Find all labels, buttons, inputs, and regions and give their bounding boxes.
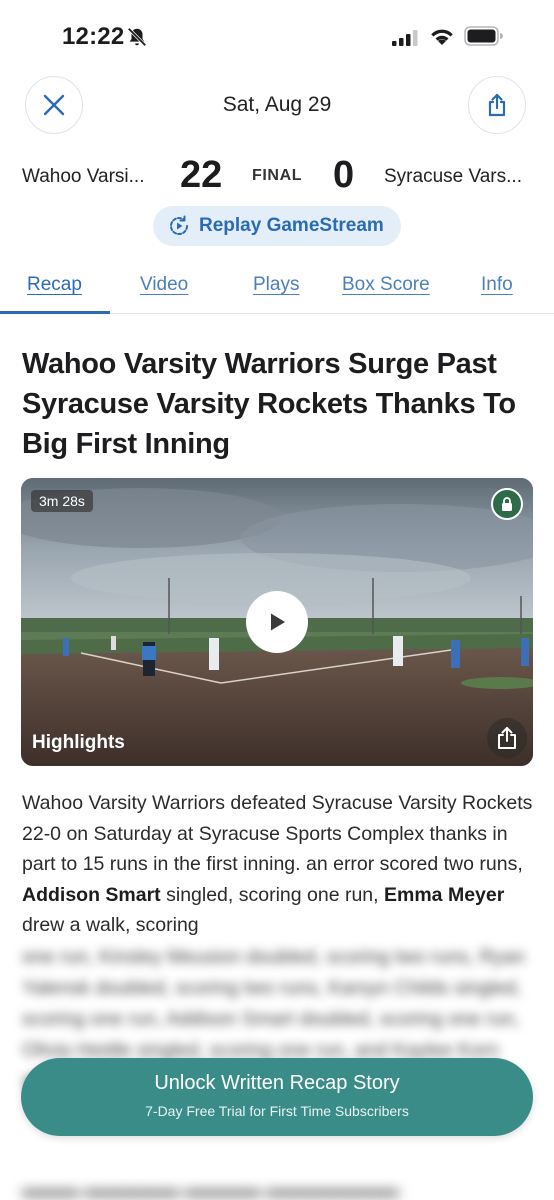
player-name: Emma Meyer (384, 883, 505, 906)
battery-icon (464, 26, 503, 46)
tab-info[interactable]: Info (481, 274, 513, 296)
bell-off-icon (127, 27, 147, 47)
play-button[interactable] (246, 591, 308, 653)
replay-icon (170, 215, 189, 235)
player-name: Addison Smart (22, 883, 161, 906)
video-duration: 3m 28s (31, 490, 93, 512)
article-body: Wahoo Varsity Warriors defeated Syracuse… (22, 788, 534, 941)
share-icon (488, 93, 506, 117)
play-icon (271, 613, 285, 631)
body-text-3: drew a walk, scoring (22, 914, 199, 936)
home-team-score: 22 (180, 154, 223, 196)
tab-recap[interactable]: Recap (27, 274, 82, 296)
body-text-1: Wahoo Varsity Warriors defeated Syracuse… (22, 792, 533, 875)
tab-bar: Recap Video Plays Box Score Info (0, 270, 554, 314)
highlights-video[interactable]: 3m 28s Highlights (21, 478, 533, 766)
lock-icon (491, 488, 523, 520)
game-status: FINAL (252, 167, 303, 184)
cellular-signal-icon (392, 30, 418, 46)
status-time: 12:22 (62, 23, 125, 50)
video-share-button[interactable] (487, 718, 527, 758)
tab-plays[interactable]: Plays (253, 274, 299, 296)
active-tab-indicator (0, 311, 110, 314)
tab-box-score[interactable]: Box Score (342, 274, 430, 296)
home-team-name[interactable]: Wahoo Varsi... (22, 166, 145, 188)
replay-gamestream-button[interactable]: Replay GameStream (153, 206, 401, 246)
unlock-recap-button[interactable]: Unlock Written Recap Story 7-Day Free Tr… (21, 1058, 533, 1136)
unlock-title: Unlock Written Recap Story (154, 1072, 400, 1094)
scoreboard: Wahoo Varsi... 22 FINAL 0 Syracuse Vars.… (0, 150, 554, 204)
tab-video[interactable]: Video (140, 274, 188, 296)
article-headline: Wahoo Varsity Warriors Surge Past Syracu… (22, 348, 516, 460)
video-title: Highlights (32, 732, 125, 753)
replay-label: Replay GameStream (199, 215, 384, 236)
body-text-2: singled, scoring one run, (160, 883, 384, 906)
share-icon (498, 727, 516, 749)
away-team-name[interactable]: Syracuse Vars... (384, 166, 522, 188)
unlock-subtitle: 7-Day Free Trial for First Time Subscrib… (145, 1103, 409, 1119)
away-team-score: 0 (333, 154, 355, 196)
status-bar: 12:22 (0, 0, 554, 76)
locked-recap-text-bottom: ▬▬▬ ▬▬▬▬▬ ▬▬▬▬ ▬▬▬▬▬▬▬ (22, 1180, 399, 1200)
wifi-icon (431, 29, 453, 45)
share-button[interactable] (468, 76, 526, 134)
